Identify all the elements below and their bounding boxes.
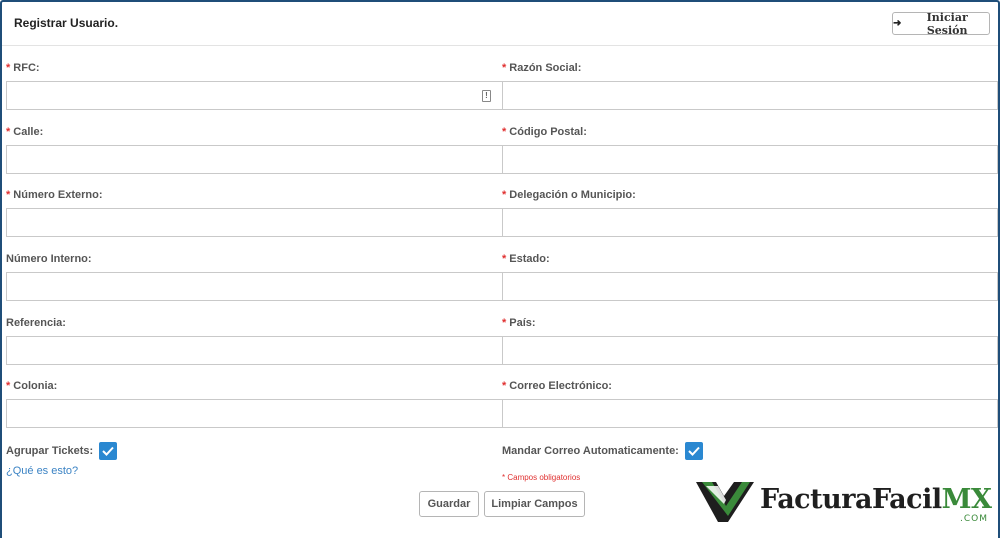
codigo-postal-field[interactable] [502, 145, 998, 174]
login-button[interactable]: ➜ Iniciar Sesión [892, 10, 990, 37]
login-button-label: Iniciar Sesión [926, 10, 968, 37]
mandar-correo-option: Mandar Correo Automaticamente: [502, 442, 703, 460]
logo-mark-icon [696, 482, 754, 522]
check-icon [688, 446, 700, 456]
correo-label: * Correo Electrónico: [502, 380, 612, 392]
estado-field[interactable] [502, 272, 998, 301]
estado-label: * Estado: [502, 253, 550, 265]
rfc-label: * RFC: [6, 62, 40, 74]
sign-in-icon: ➜ [893, 18, 902, 29]
razon-social-field[interactable] [502, 81, 998, 110]
correo-field[interactable] [502, 399, 998, 428]
logo-text: FacturaFacilMX [760, 484, 992, 515]
help-link[interactable]: ¿Qué es esto? [6, 465, 78, 477]
delegacion-field[interactable] [502, 208, 998, 237]
clear-button[interactable]: Limpiar Campos [484, 491, 585, 517]
delegacion-label: * Delegación o Municipio: [502, 189, 636, 201]
agrupar-tickets-checkbox[interactable] [99, 442, 118, 460]
numero-externo-field[interactable] [6, 208, 503, 237]
codigo-postal-label: * Código Postal: [502, 126, 587, 138]
required-note: * Campos obligatorios [502, 473, 581, 482]
save-button[interactable]: Guardar [419, 491, 479, 517]
mandar-correo-label: Mandar Correo Automaticamente: [502, 445, 679, 457]
logo-domain: .COM [960, 514, 988, 524]
calle-field[interactable] [6, 145, 503, 174]
numero-externo-label: * Número Externo: [6, 189, 103, 201]
referencia-field[interactable] [6, 336, 503, 365]
numero-interno-field[interactable] [6, 272, 503, 301]
numero-interno-label: Número Interno: [6, 253, 92, 265]
razon-social-label: * Razón Social: [502, 62, 582, 74]
mandar-correo-checkbox[interactable] [684, 442, 703, 460]
calle-label: * Calle: [6, 126, 44, 138]
pais-label: * País: [502, 317, 536, 329]
agrupar-tickets-label: Agrupar Tickets: [6, 445, 94, 457]
colonia-label: * Colonia: [6, 380, 58, 392]
referencia-label: Referencia: [6, 317, 66, 329]
info-icon: ! [482, 90, 491, 102]
rfc-field[interactable]: ! [6, 81, 503, 110]
facturafacil-logo: FacturaFacilMX .COM [694, 476, 994, 526]
colonia-field[interactable] [6, 399, 503, 428]
panel-header: Registrar Usuario. ➜ Iniciar Sesión [2, 2, 998, 46]
register-page: Registrar Usuario. ➜ Iniciar Sesión * RFC… [0, 0, 1000, 538]
pais-field[interactable] [502, 336, 998, 365]
page-title: Registrar Usuario. [14, 16, 119, 30]
agrupar-tickets-option: Agrupar Tickets: [6, 442, 118, 460]
check-icon [102, 446, 114, 456]
